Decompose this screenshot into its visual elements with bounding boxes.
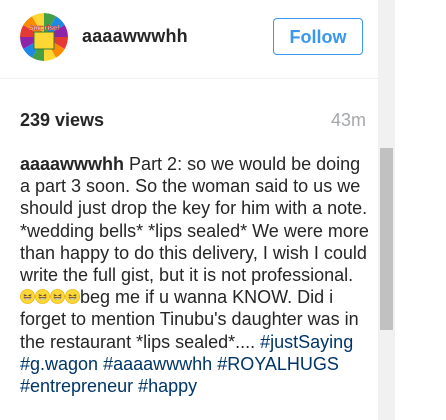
hashtag-link[interactable]: #happy bbox=[138, 376, 197, 396]
post-stats: 239 views 43m bbox=[20, 110, 366, 134]
laughing-emoji-icon bbox=[35, 289, 50, 305]
hashtag-link[interactable]: #g.wagon bbox=[20, 354, 98, 374]
post-caption: aaaawwwhh Part 2: so we would be doing a… bbox=[20, 153, 370, 397]
gift-box-icon bbox=[33, 31, 55, 50]
hashtag-link[interactable]: #aaaawwwhh bbox=[103, 354, 212, 374]
post-panel: Surprise! aaaawwwhh Follow 239 views 43m… bbox=[0, 0, 378, 420]
header-divider bbox=[0, 78, 378, 79]
post-header: Surprise! aaaawwwhh Follow bbox=[0, 0, 378, 78]
hashtag-link[interactable]: #entrepreneur bbox=[20, 376, 133, 396]
emoji-group bbox=[20, 287, 80, 307]
avatar-image: Surprise! bbox=[20, 13, 68, 61]
avatar-badge-text: Surprise! bbox=[29, 25, 60, 32]
scrollbar-thumb[interactable] bbox=[380, 148, 393, 330]
view-count[interactable]: 239 views bbox=[20, 110, 104, 131]
post-username[interactable]: aaaawwwhh bbox=[82, 26, 188, 47]
caption-username[interactable]: aaaawwwhh bbox=[20, 154, 124, 174]
avatar[interactable]: Surprise! bbox=[20, 13, 68, 61]
laughing-emoji-icon bbox=[50, 289, 65, 305]
hashtag-link[interactable]: #justSaying bbox=[260, 332, 353, 352]
laughing-emoji-icon bbox=[65, 289, 80, 305]
follow-button[interactable]: Follow bbox=[273, 18, 363, 55]
post-timestamp[interactable]: 43m bbox=[331, 110, 366, 131]
laughing-emoji-icon bbox=[20, 289, 35, 305]
hashtag-link[interactable]: #ROYALHUGS bbox=[217, 354, 339, 374]
page-background bbox=[395, 0, 446, 420]
